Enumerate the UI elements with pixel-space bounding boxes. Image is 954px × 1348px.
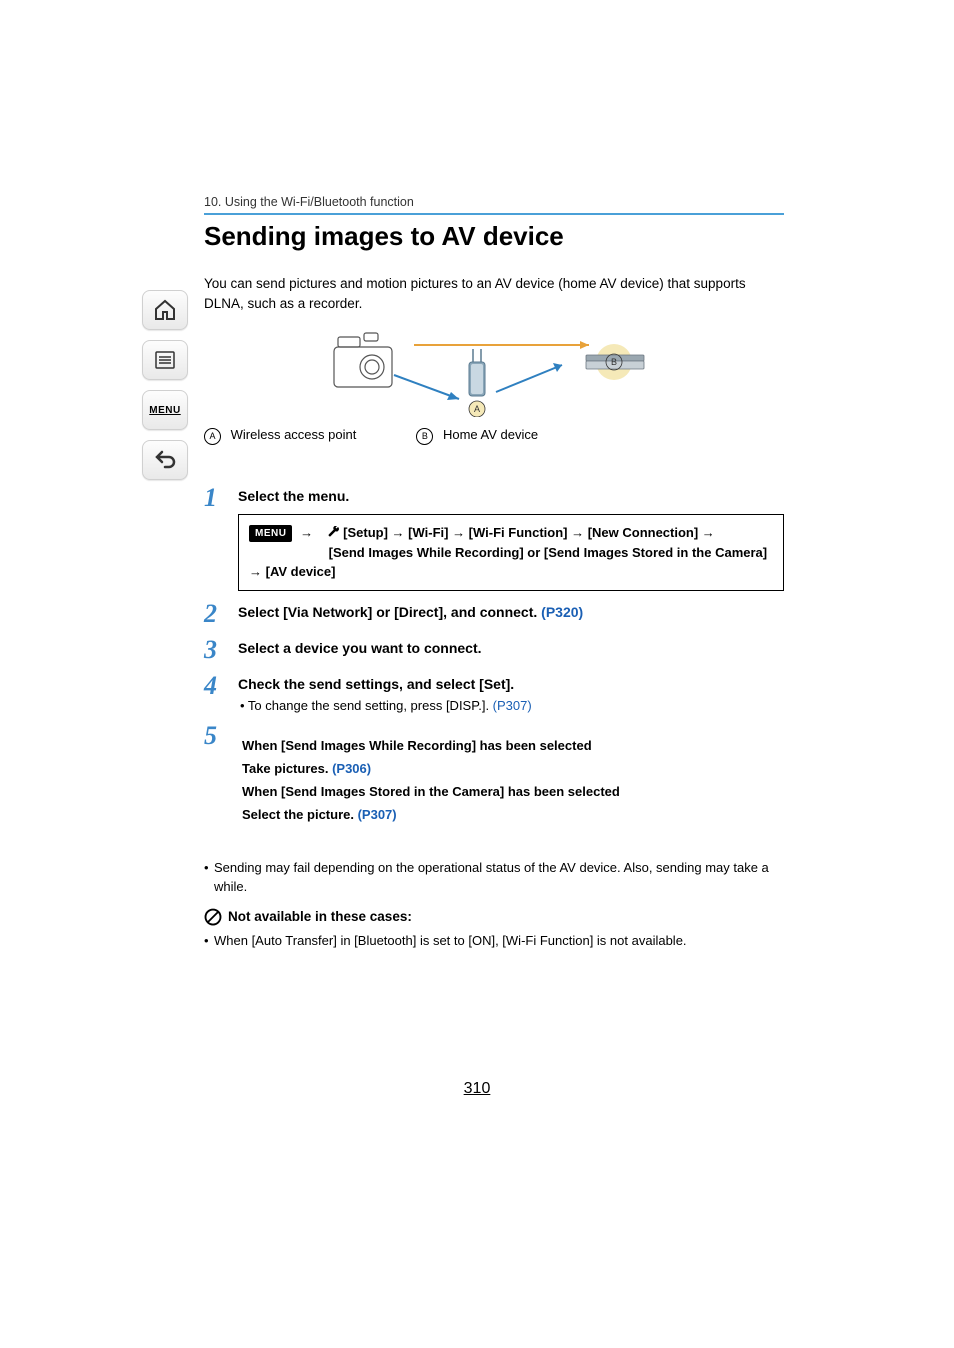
step-2: 2 Select [Via Network] or [Direct], and … (204, 601, 784, 627)
page-number[interactable]: 310 (0, 1080, 954, 1098)
not-available-heading: Not available in these cases: (204, 907, 784, 927)
connection-diagram: A B (204, 327, 784, 417)
contents-button[interactable] (142, 340, 188, 380)
step-4: 4 Check the send settings, and select [S… (204, 673, 784, 713)
legend-a: A Wireless access point (204, 427, 356, 445)
step-number: 4 (204, 673, 238, 699)
home-button[interactable] (142, 290, 188, 330)
legend-a-marker: A (204, 428, 221, 445)
menu-path-line2: [Send Images While Recording] or [Send I… (249, 545, 767, 580)
svg-text:A: A (474, 404, 480, 414)
page-content: 10. Using the Wi-Fi/Bluetooth function S… (204, 195, 784, 950)
contents-icon (153, 348, 177, 372)
sidebar-nav: MENU (140, 290, 190, 480)
condition-heading: When [Send Images Stored in the Camera] … (242, 784, 784, 799)
bullet-dot: • (204, 931, 214, 951)
legend-b-label: Home AV device (443, 427, 538, 442)
legend-b: B Home AV device (416, 427, 538, 445)
condition-heading: When [Send Images While Recording] has b… (242, 738, 784, 753)
menu-button[interactable]: MENU (142, 390, 188, 430)
home-icon (153, 298, 177, 322)
note-bullet: • Sending may fail depending on the oper… (204, 858, 784, 897)
menu-button-label: MENU (149, 405, 180, 416)
step-number: 1 (204, 485, 238, 511)
step-5: 5 When [Send Images While Recording] has… (204, 723, 784, 830)
bullet-dot: • (204, 858, 214, 897)
action-text: Take pictures. (242, 761, 332, 776)
page-ref-link[interactable]: (P306) (332, 761, 371, 776)
prohibited-icon (204, 908, 222, 926)
legend-a-label: Wireless access point (231, 427, 357, 442)
arrow-icon: → (300, 525, 313, 540)
page-ref-link[interactable]: (P320) (541, 604, 583, 620)
diagram-legend: A Wireless access point B Home AV device (204, 427, 784, 445)
step-number: 2 (204, 601, 238, 627)
step-title: Check the send settings, and select [Set… (238, 676, 784, 692)
note-text: When [Auto Transfer] in [Bluetooth] is s… (214, 931, 687, 951)
menu-path-box: MENU → [Setup] → [Wi-Fi] → [Wi-Fi Functi… (238, 514, 784, 591)
wrench-icon (328, 526, 340, 538)
step-note: • To change the send setting, press [DIS… (240, 698, 784, 713)
condition-action: Take pictures. (P306) (242, 761, 784, 776)
step-title: Select a device you want to connect. (238, 640, 784, 656)
back-button[interactable] (142, 440, 188, 480)
condition-action: Select the picture. (P307) (242, 807, 784, 822)
step-3: 3 Select a device you want to connect. (204, 637, 784, 663)
step-1: 1 Select the menu. MENU → [Setup] → [Wi-… (204, 485, 784, 591)
step-title: Select [Via Network] or [Direct], and co… (238, 604, 541, 620)
action-text: Select the picture. (242, 807, 358, 822)
page-title: Sending images to AV device (204, 221, 784, 252)
note-bullet: • When [Auto Transfer] in [Bluetooth] is… (204, 931, 784, 951)
svg-text:B: B (611, 357, 617, 367)
step-title: Select the menu. (238, 488, 784, 504)
back-icon (153, 448, 177, 472)
menu-pill: MENU (249, 525, 292, 542)
step-number: 3 (204, 637, 238, 663)
legend-b-marker: B (416, 428, 433, 445)
step-note-text: • To change the send setting, press [DIS… (240, 698, 493, 713)
steps-list: 1 Select the menu. MENU → [Setup] → [Wi-… (204, 485, 784, 830)
diagram-svg: A B (314, 327, 674, 417)
divider (204, 213, 784, 215)
notes-section: • Sending may fail depending on the oper… (204, 858, 784, 951)
chapter-label: 10. Using the Wi-Fi/Bluetooth function (204, 195, 784, 209)
intro-text: You can send pictures and motion picture… (204, 274, 784, 313)
menu-path-line1: [Setup] → [Wi-Fi] → [Wi-Fi Function] → [… (343, 525, 715, 540)
page-ref-link[interactable]: (P307) (493, 698, 532, 713)
step-number: 5 (204, 723, 238, 749)
not-available-title: Not available in these cases: (228, 907, 412, 927)
note-text: Sending may fail depending on the operat… (214, 858, 784, 897)
page-ref-link[interactable]: (P307) (358, 807, 397, 822)
